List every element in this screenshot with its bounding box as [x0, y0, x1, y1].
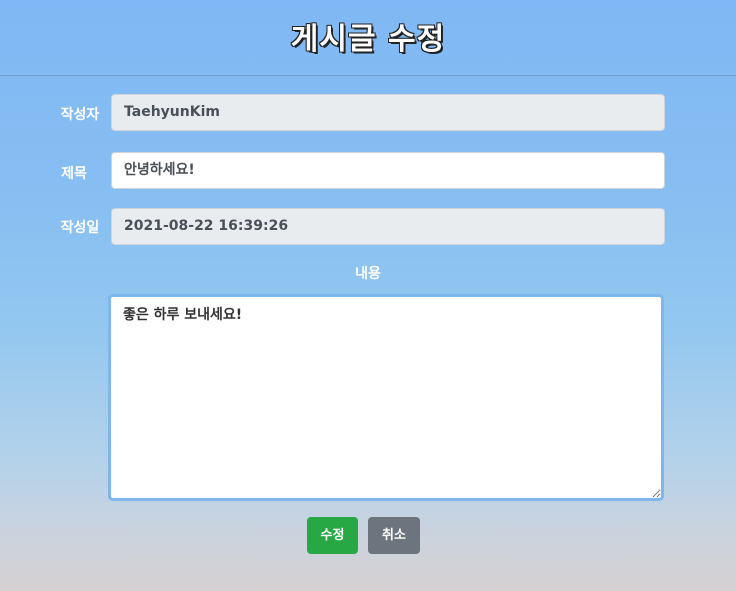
cancel-button[interactable]: 취소	[368, 517, 420, 554]
content-label: 내용	[355, 266, 381, 282]
author-field[interactable]: TaehyunKim	[111, 94, 665, 131]
page-header: 게시글 수정	[0, 0, 736, 76]
date-label: 작성일	[60, 220, 100, 236]
save-button[interactable]: 수정	[307, 517, 358, 554]
date-field[interactable]: 2021-08-22 16:39:26	[111, 208, 665, 245]
page-title: 게시글 수정	[290, 21, 446, 58]
author-label: 작성자	[60, 107, 100, 123]
content-textarea[interactable]: 좋은 하루 보내세요!	[108, 294, 664, 501]
title-label: 제목	[61, 166, 87, 182]
title-input[interactable]: 안녕하세요!	[111, 152, 665, 189]
